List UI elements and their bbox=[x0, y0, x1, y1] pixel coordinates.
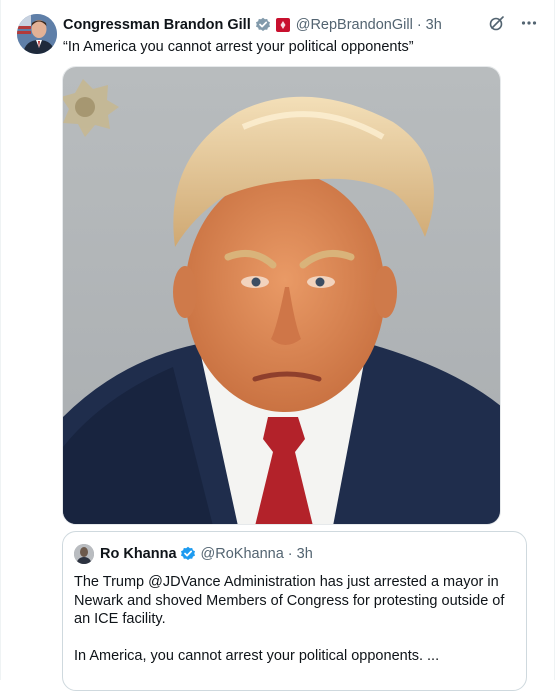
tweet-timestamp[interactable]: 3h bbox=[426, 17, 442, 33]
quoted-author-handle[interactable]: @RoKhanna bbox=[201, 546, 284, 562]
red-flag-affiliation-icon[interactable] bbox=[275, 18, 290, 32]
verified-badge-icon[interactable] bbox=[180, 546, 196, 562]
verified-badge-icon[interactable] bbox=[255, 17, 271, 33]
author-avatar[interactable] bbox=[17, 14, 57, 54]
tweet-header: Congressman Brandon Gill @RepBrandonGill… bbox=[63, 15, 442, 35]
quoted-tweet-timestamp[interactable]: 3h bbox=[297, 546, 313, 562]
author-name[interactable]: Congressman Brandon Gill bbox=[63, 17, 251, 33]
tweet[interactable]: Congressman Brandon Gill @RepBrandonGill… bbox=[0, 0, 555, 691]
tweet-photo[interactable] bbox=[62, 66, 501, 525]
tweet-actions bbox=[488, 14, 538, 32]
quoted-author-name[interactable]: Ro Khanna bbox=[100, 546, 177, 562]
quoted-tweet-paragraph-2: In America, you cannot arrest your polit… bbox=[74, 647, 440, 664]
separator-dot: · bbox=[287, 546, 293, 562]
more-options-icon[interactable] bbox=[520, 14, 538, 32]
grok-icon[interactable] bbox=[488, 14, 506, 32]
quoted-tweet-text: The Trump @JDVance Administration has ju… bbox=[74, 573, 519, 683]
quoted-author-avatar[interactable] bbox=[74, 544, 94, 564]
author-handle[interactable]: @RepBrandonGill bbox=[296, 17, 413, 33]
separator-dot: · bbox=[416, 17, 422, 33]
quoted-tweet-paragraph-1: The Trump @JDVance Administration has ju… bbox=[74, 574, 505, 627]
tweet-text: “In America you cannot arrest your polit… bbox=[63, 39, 414, 55]
quoted-tweet-header: Ro Khanna @RoKhanna · 3h bbox=[74, 544, 313, 564]
quoted-tweet[interactable]: Ro Khanna @RoKhanna · 3h The Trump @JDVa… bbox=[62, 531, 527, 691]
